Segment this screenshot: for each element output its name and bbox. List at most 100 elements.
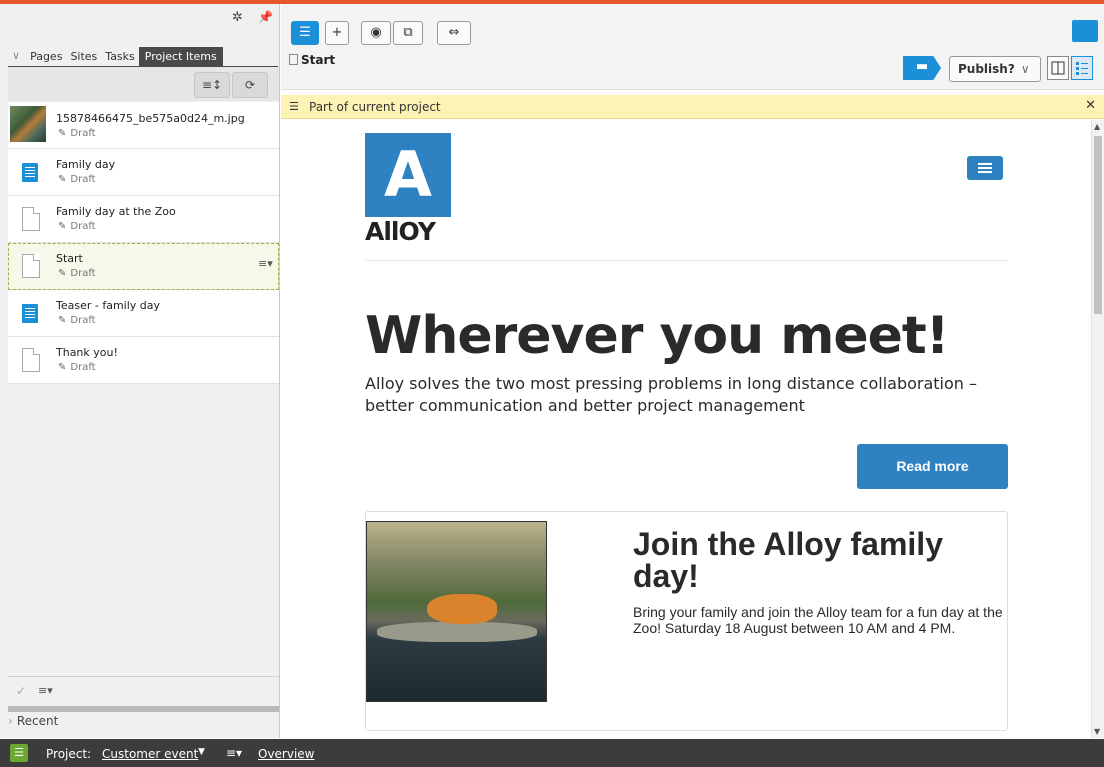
chevron-right-icon: ›: [8, 714, 13, 728]
divider: [365, 260, 1008, 261]
assets-button[interactable]: [1072, 20, 1098, 42]
list-footer: ✓ ≡▾: [8, 676, 279, 706]
chevron-down-icon: ∨: [1020, 62, 1030, 76]
recent-label: Recent: [16, 714, 59, 728]
card-title: Join the Alloy family day!: [633, 526, 943, 594]
list-item[interactable]: Family day at the Zoo ✎ Draft: [8, 196, 279, 243]
magnify-page-icon: ⧉: [403, 25, 413, 40]
item-status: ✎ Draft: [58, 268, 96, 279]
pane-splitter[interactable]: [8, 706, 279, 712]
chevron-down-icon[interactable]: ∨: [8, 49, 26, 66]
tab-tasks[interactable]: Tasks: [101, 47, 138, 66]
page-icon: [289, 54, 298, 65]
view-mode-button[interactable]: ⧉: [393, 21, 423, 45]
view-toggle-list[interactable]: [1071, 56, 1093, 80]
project-label: Project:: [46, 747, 92, 761]
hero-subtitle: Alloy solves the two most pressing probl…: [365, 374, 977, 415]
comment-icon: ▬: [915, 59, 929, 74]
item-title: Family day at the Zoo: [56, 205, 176, 218]
list-item[interactable]: Thank you! ✎ Draft: [8, 337, 279, 384]
status-text: Draft: [70, 174, 96, 185]
block-icon: [22, 163, 38, 182]
eye-icon: ◉: [370, 25, 382, 40]
sort-button[interactable]: ≡↕: [194, 72, 230, 98]
list-item[interactable]: 15878466475_be575a0d24_m.jpg ✎ Draft: [8, 102, 279, 149]
caret-down-icon[interactable]: ▼: [198, 747, 205, 757]
refresh-icon: ⟳: [244, 78, 256, 92]
banner-text: Part of current project: [309, 100, 441, 114]
pencil-icon: ✎: [58, 128, 67, 139]
gear-icon[interactable]: ✲: [232, 11, 246, 25]
tab-pages[interactable]: Pages: [26, 47, 66, 66]
pencil-icon: ✎: [58, 362, 67, 373]
logo-word: AllOY: [365, 217, 436, 246]
page-icon: [22, 348, 40, 372]
compare-icon: ⇔: [448, 25, 460, 40]
context-menu-icon[interactable]: ≡▾: [258, 257, 273, 270]
pane-toolbar: ≡↕ ⟳: [8, 67, 279, 101]
project-selector[interactable]: Customer event: [102, 747, 198, 761]
project-bar: ☰ Project: Customer event ▼ ≡▾ Overview: [0, 739, 1104, 767]
sort-icon: ≡↕: [201, 78, 223, 92]
logo-letter: A: [384, 138, 432, 211]
page-icon: [22, 207, 40, 231]
item-title: Start: [56, 252, 83, 265]
teaser-card[interactable]: Join the Alloy family day! Bring your fa…: [365, 511, 1008, 731]
menu-icon[interactable]: ≡▾: [38, 684, 53, 697]
scroll-up-icon[interactable]: ▲: [1094, 122, 1100, 131]
columns-icon: [1051, 61, 1065, 75]
alloy-logo[interactable]: A AllOY: [365, 133, 451, 245]
tree-icon: ☰: [299, 25, 311, 40]
image-rock: [377, 622, 537, 642]
refresh-button[interactable]: ⟳: [232, 72, 268, 98]
item-status: ✎ Draft: [58, 221, 96, 232]
close-icon[interactable]: ✕: [1085, 98, 1096, 113]
plus-icon: +: [331, 25, 343, 40]
scroll-down-icon[interactable]: ▼: [1094, 727, 1100, 736]
overview-link[interactable]: Overview: [258, 747, 315, 761]
pin-icon[interactable]: 📌: [258, 10, 273, 24]
publish-button[interactable]: Publish? ∨: [949, 56, 1041, 82]
item-status: ✎ Draft: [58, 174, 96, 185]
pencil-icon: ✎: [58, 221, 67, 232]
hero-title: Wherever you meet!: [365, 306, 950, 366]
card-text: Bring your family and join the Alloy tea…: [633, 604, 1003, 636]
project-icon: ☰: [289, 100, 299, 113]
status-text: Draft: [70, 315, 96, 326]
pencil-icon: ✎: [58, 315, 67, 326]
page-title: Start: [301, 53, 336, 67]
read-more-button[interactable]: Read more: [857, 444, 1008, 489]
tab-sites[interactable]: Sites: [66, 47, 101, 66]
list-item[interactable]: Family day ✎ Draft: [8, 149, 279, 196]
item-title: Teaser - family day: [56, 299, 161, 312]
list-item-selected[interactable]: Start ✎ Draft ≡▾: [8, 243, 279, 290]
item-title: Thank you!: [56, 346, 118, 359]
item-title: Family day: [56, 158, 116, 171]
recent-section[interactable]: › Recent: [8, 714, 279, 738]
check-icon[interactable]: ✓: [16, 684, 26, 698]
tab-project-items[interactable]: Project Items: [138, 47, 223, 66]
publish-label: Publish?: [958, 62, 1015, 76]
compare-button[interactable]: ⇔: [437, 21, 471, 45]
project-menu-icon[interactable]: ≡▾: [226, 746, 242, 760]
list-item[interactable]: Teaser - family day ✎ Draft: [8, 290, 279, 337]
pencil-icon: ✎: [58, 174, 67, 185]
page-preview: A AllOY Wherever you meet! Alloy solves …: [281, 120, 1091, 738]
comment-button[interactable]: ▬: [903, 56, 941, 80]
status-text: Draft: [70, 221, 96, 232]
editor-header: ☰ + ◉ ⧉ ⇔ Start ▬ Publish? ∨: [281, 4, 1104, 90]
list-icon: [1076, 62, 1088, 75]
status-text: Draft: [70, 362, 96, 373]
view-toggle-columns[interactable]: [1047, 56, 1069, 80]
pane-tabs: ∨ Pages Sites Tasks Project Items: [8, 44, 223, 66]
preview-button[interactable]: ◉: [361, 21, 391, 45]
page-tree-button[interactable]: ☰: [291, 21, 319, 45]
add-button[interactable]: +: [325, 21, 349, 45]
project-items-list: 15878466475_be575a0d24_m.jpg ✎ Draft Fami…: [8, 102, 279, 384]
hamburger-menu-button[interactable]: [967, 156, 1003, 180]
preview-scrollbar[interactable]: ▲ ▼: [1091, 120, 1104, 738]
pane-header: ✲ 📌: [0, 4, 279, 44]
item-title: 15878466475_be575a0d24_m.jpg: [56, 112, 245, 125]
scroll-thumb[interactable]: [1094, 136, 1102, 314]
project-banner: ☰ Part of current project ✕: [281, 95, 1104, 119]
